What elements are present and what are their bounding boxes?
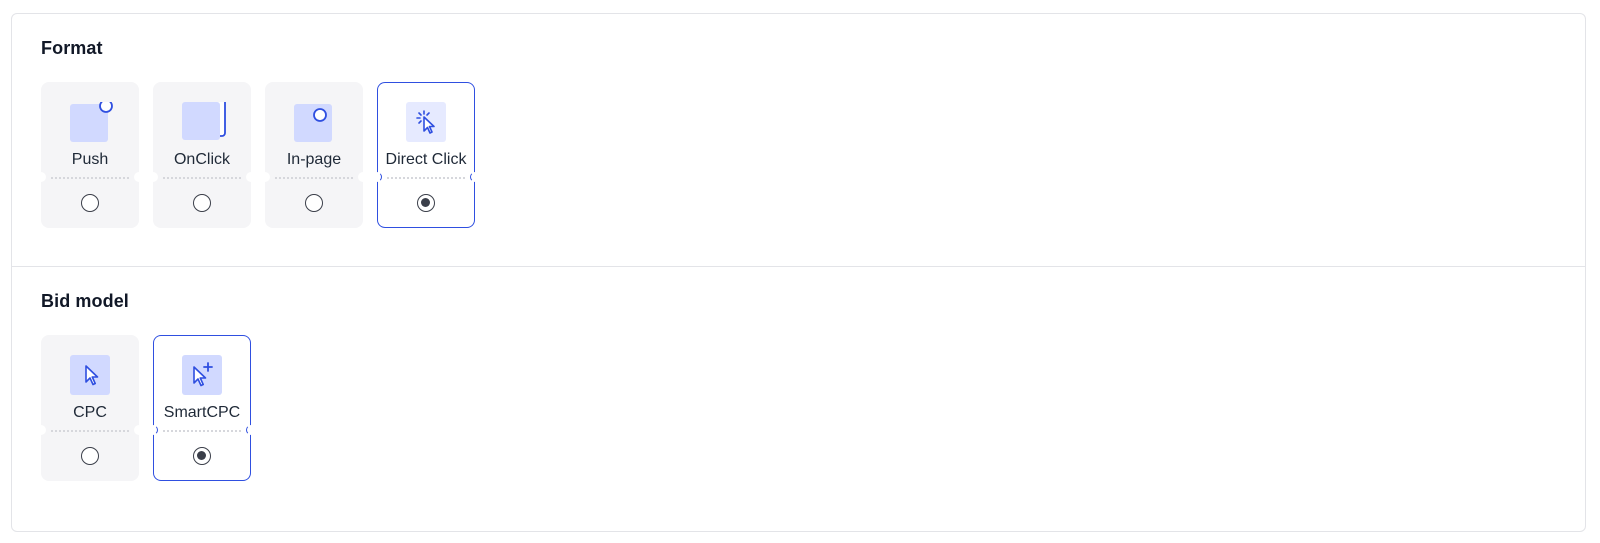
push-icon	[70, 99, 113, 142]
radio-button[interactable]	[81, 194, 99, 212]
direct-click-icon	[406, 102, 446, 142]
radio-button[interactable]	[417, 194, 435, 212]
format-options: Push OnClick In-page Direct Click	[36, 82, 480, 228]
format-option-label: OnClick	[173, 151, 230, 168]
onclick-icon	[182, 97, 226, 142]
bid-model-options: CPC SmartCPC	[36, 335, 256, 481]
format-option-label: Push	[71, 151, 109, 168]
radio-button[interactable]	[81, 447, 99, 465]
radio-button[interactable]	[193, 447, 211, 465]
cursor-icon	[70, 355, 110, 395]
format-option-direct-click[interactable]: Direct Click	[372, 82, 480, 228]
cursor-plus-icon	[182, 355, 222, 395]
bid-model-option-label: CPC	[73, 404, 107, 421]
bid-model-option-smartcpc[interactable]: SmartCPC	[148, 335, 256, 481]
format-option-onclick[interactable]: OnClick	[148, 82, 256, 228]
in-page-icon	[294, 102, 334, 142]
radio-button[interactable]	[193, 194, 211, 212]
bid-model-option-label: SmartCPC	[163, 404, 241, 421]
bid-model-title: Bid model	[41, 291, 129, 311]
bid-model-section: Bid model CPC SmartCPC	[12, 267, 1585, 532]
settings-panel: Format Push OnClick In-page Direct Click…	[11, 13, 1586, 532]
bid-model-option-cpc[interactable]: CPC	[36, 335, 144, 481]
format-section: Format Push OnClick In-page Direct Click	[12, 14, 1585, 267]
format-option-label: In-page	[286, 151, 342, 168]
radio-button[interactable]	[305, 194, 323, 212]
format-option-label: Direct Click	[385, 151, 467, 168]
format-title: Format	[41, 38, 103, 58]
format-option-in-page[interactable]: In-page	[260, 82, 368, 228]
format-option-push[interactable]: Push	[36, 82, 144, 228]
